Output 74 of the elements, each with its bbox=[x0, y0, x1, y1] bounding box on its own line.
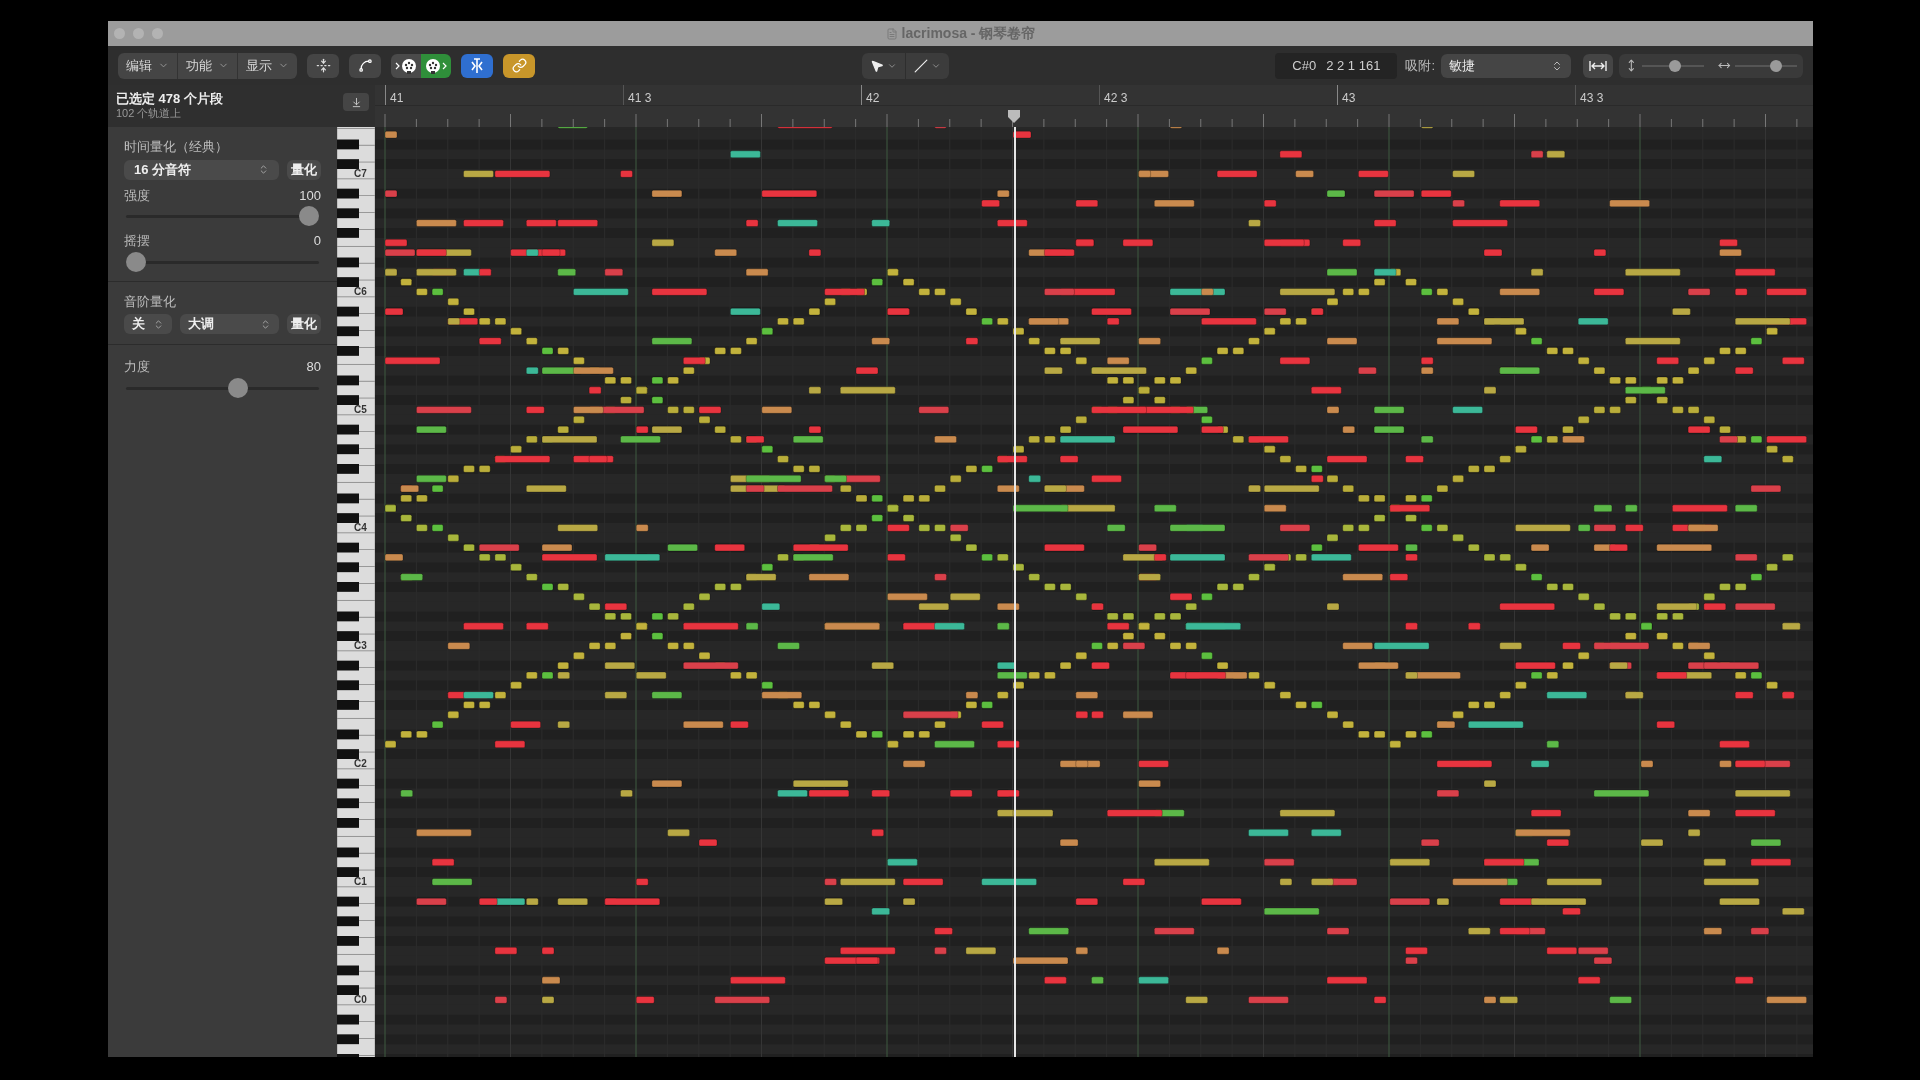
bar-number: 41 bbox=[390, 91, 404, 105]
octave-label: C6 bbox=[354, 287, 367, 297]
updown-icon bbox=[153, 318, 164, 330]
link-icon bbox=[511, 58, 527, 73]
bar-number: 43 3 bbox=[1580, 91, 1604, 105]
octave-label: C0 bbox=[354, 995, 367, 1005]
midi-out-button[interactable] bbox=[421, 53, 451, 78]
strength-value: 100 bbox=[299, 186, 321, 205]
octave-label: C7 bbox=[354, 169, 367, 179]
collapse-button[interactable] bbox=[307, 53, 339, 78]
scale-dropdown[interactable]: 大调 bbox=[180, 314, 279, 334]
updown-icon bbox=[260, 318, 271, 330]
curve-icon bbox=[357, 58, 373, 73]
link-button[interactable] bbox=[503, 53, 535, 78]
menu-button[interactable]: 编辑 bbox=[118, 52, 177, 79]
pitch-readout: C#0 bbox=[1292, 56, 1317, 75]
selection-subtitle: 102 个轨道上 bbox=[116, 107, 183, 120]
note-value-dropdown[interactable]: 16 分音符 bbox=[124, 159, 279, 180]
midi-plug-icon bbox=[401, 57, 417, 74]
section-title: 音阶量化 bbox=[124, 292, 177, 311]
strength-label: 强度 bbox=[124, 186, 150, 205]
midi-plug-icon bbox=[425, 57, 441, 74]
midi-in-button[interactable] bbox=[391, 53, 421, 78]
velocity-label: 力度 bbox=[124, 358, 150, 376]
quantize-button[interactable]: 量化 bbox=[287, 159, 321, 180]
menu-button[interactable]: 功能 bbox=[177, 52, 237, 79]
line-icon bbox=[913, 58, 928, 73]
chevron-right-icon bbox=[395, 61, 400, 70]
octave-label: C2 bbox=[354, 759, 367, 769]
slider-thumb[interactable] bbox=[299, 206, 319, 226]
collapse-icon bbox=[315, 58, 331, 73]
slider-thumb[interactable] bbox=[1669, 59, 1682, 72]
automation-button[interactable] bbox=[349, 53, 381, 78]
fit-button[interactable] bbox=[1583, 53, 1613, 78]
bar-number: 43 bbox=[1342, 91, 1356, 105]
updown-icon bbox=[258, 164, 269, 175]
swing-slider[interactable] bbox=[126, 250, 319, 273]
strength-slider[interactable] bbox=[126, 205, 319, 227]
bar-number: 42 bbox=[866, 91, 880, 105]
octave-label: C1 bbox=[354, 877, 367, 887]
slider-thumb[interactable] bbox=[228, 377, 249, 398]
catch-icon bbox=[468, 57, 486, 74]
octave-label: C5 bbox=[354, 405, 367, 415]
updown-icon bbox=[1551, 59, 1563, 72]
zoom-slider[interactable] bbox=[1641, 58, 1704, 73]
slider-thumb[interactable] bbox=[1769, 59, 1782, 72]
catch-button[interactable] bbox=[461, 53, 493, 78]
swing-label: 摇摆 bbox=[124, 232, 150, 250]
bar-number: 41 3 bbox=[628, 91, 652, 105]
bar-number: 42 3 bbox=[1104, 91, 1128, 105]
chevron-right-icon bbox=[442, 61, 447, 70]
pointer-icon bbox=[869, 58, 884, 73]
octave-label: C4 bbox=[354, 523, 367, 533]
quantize-button[interactable]: 量化 bbox=[287, 314, 321, 334]
menu-button[interactable]: 显示 bbox=[237, 52, 297, 79]
document-icon bbox=[885, 27, 898, 40]
velocity-value: 80 bbox=[306, 358, 321, 376]
scale-mode-dropdown[interactable]: 关 bbox=[124, 314, 172, 334]
piano-keyboard-drawing[interactable] bbox=[337, 127, 375, 1057]
timeline-ruler[interactable]: 41 41 3 42 42 3 43 43 3 bbox=[375, 85, 1813, 127]
selection-title: 已选定 478 个片段 bbox=[116, 91, 224, 107]
download-icon bbox=[350, 96, 362, 108]
zoom-slider[interactable] bbox=[1734, 58, 1797, 73]
swing-value: 0 bbox=[313, 232, 321, 250]
time-readout: 2 2 1 161 bbox=[1326, 56, 1381, 75]
section-title: 时间量化（经典） bbox=[124, 138, 229, 156]
playhead-marker[interactable] bbox=[1007, 109, 1021, 123]
snap-dropdown[interactable]: 敏捷 bbox=[1441, 53, 1571, 78]
download-button[interactable] bbox=[343, 93, 369, 111]
fit-width-icon bbox=[1589, 60, 1607, 71]
velocity-slider[interactable] bbox=[126, 376, 319, 399]
slider-thumb[interactable] bbox=[126, 251, 146, 272]
octave-label: C3 bbox=[354, 641, 367, 651]
snap-label: 吸附: bbox=[1405, 56, 1435, 75]
